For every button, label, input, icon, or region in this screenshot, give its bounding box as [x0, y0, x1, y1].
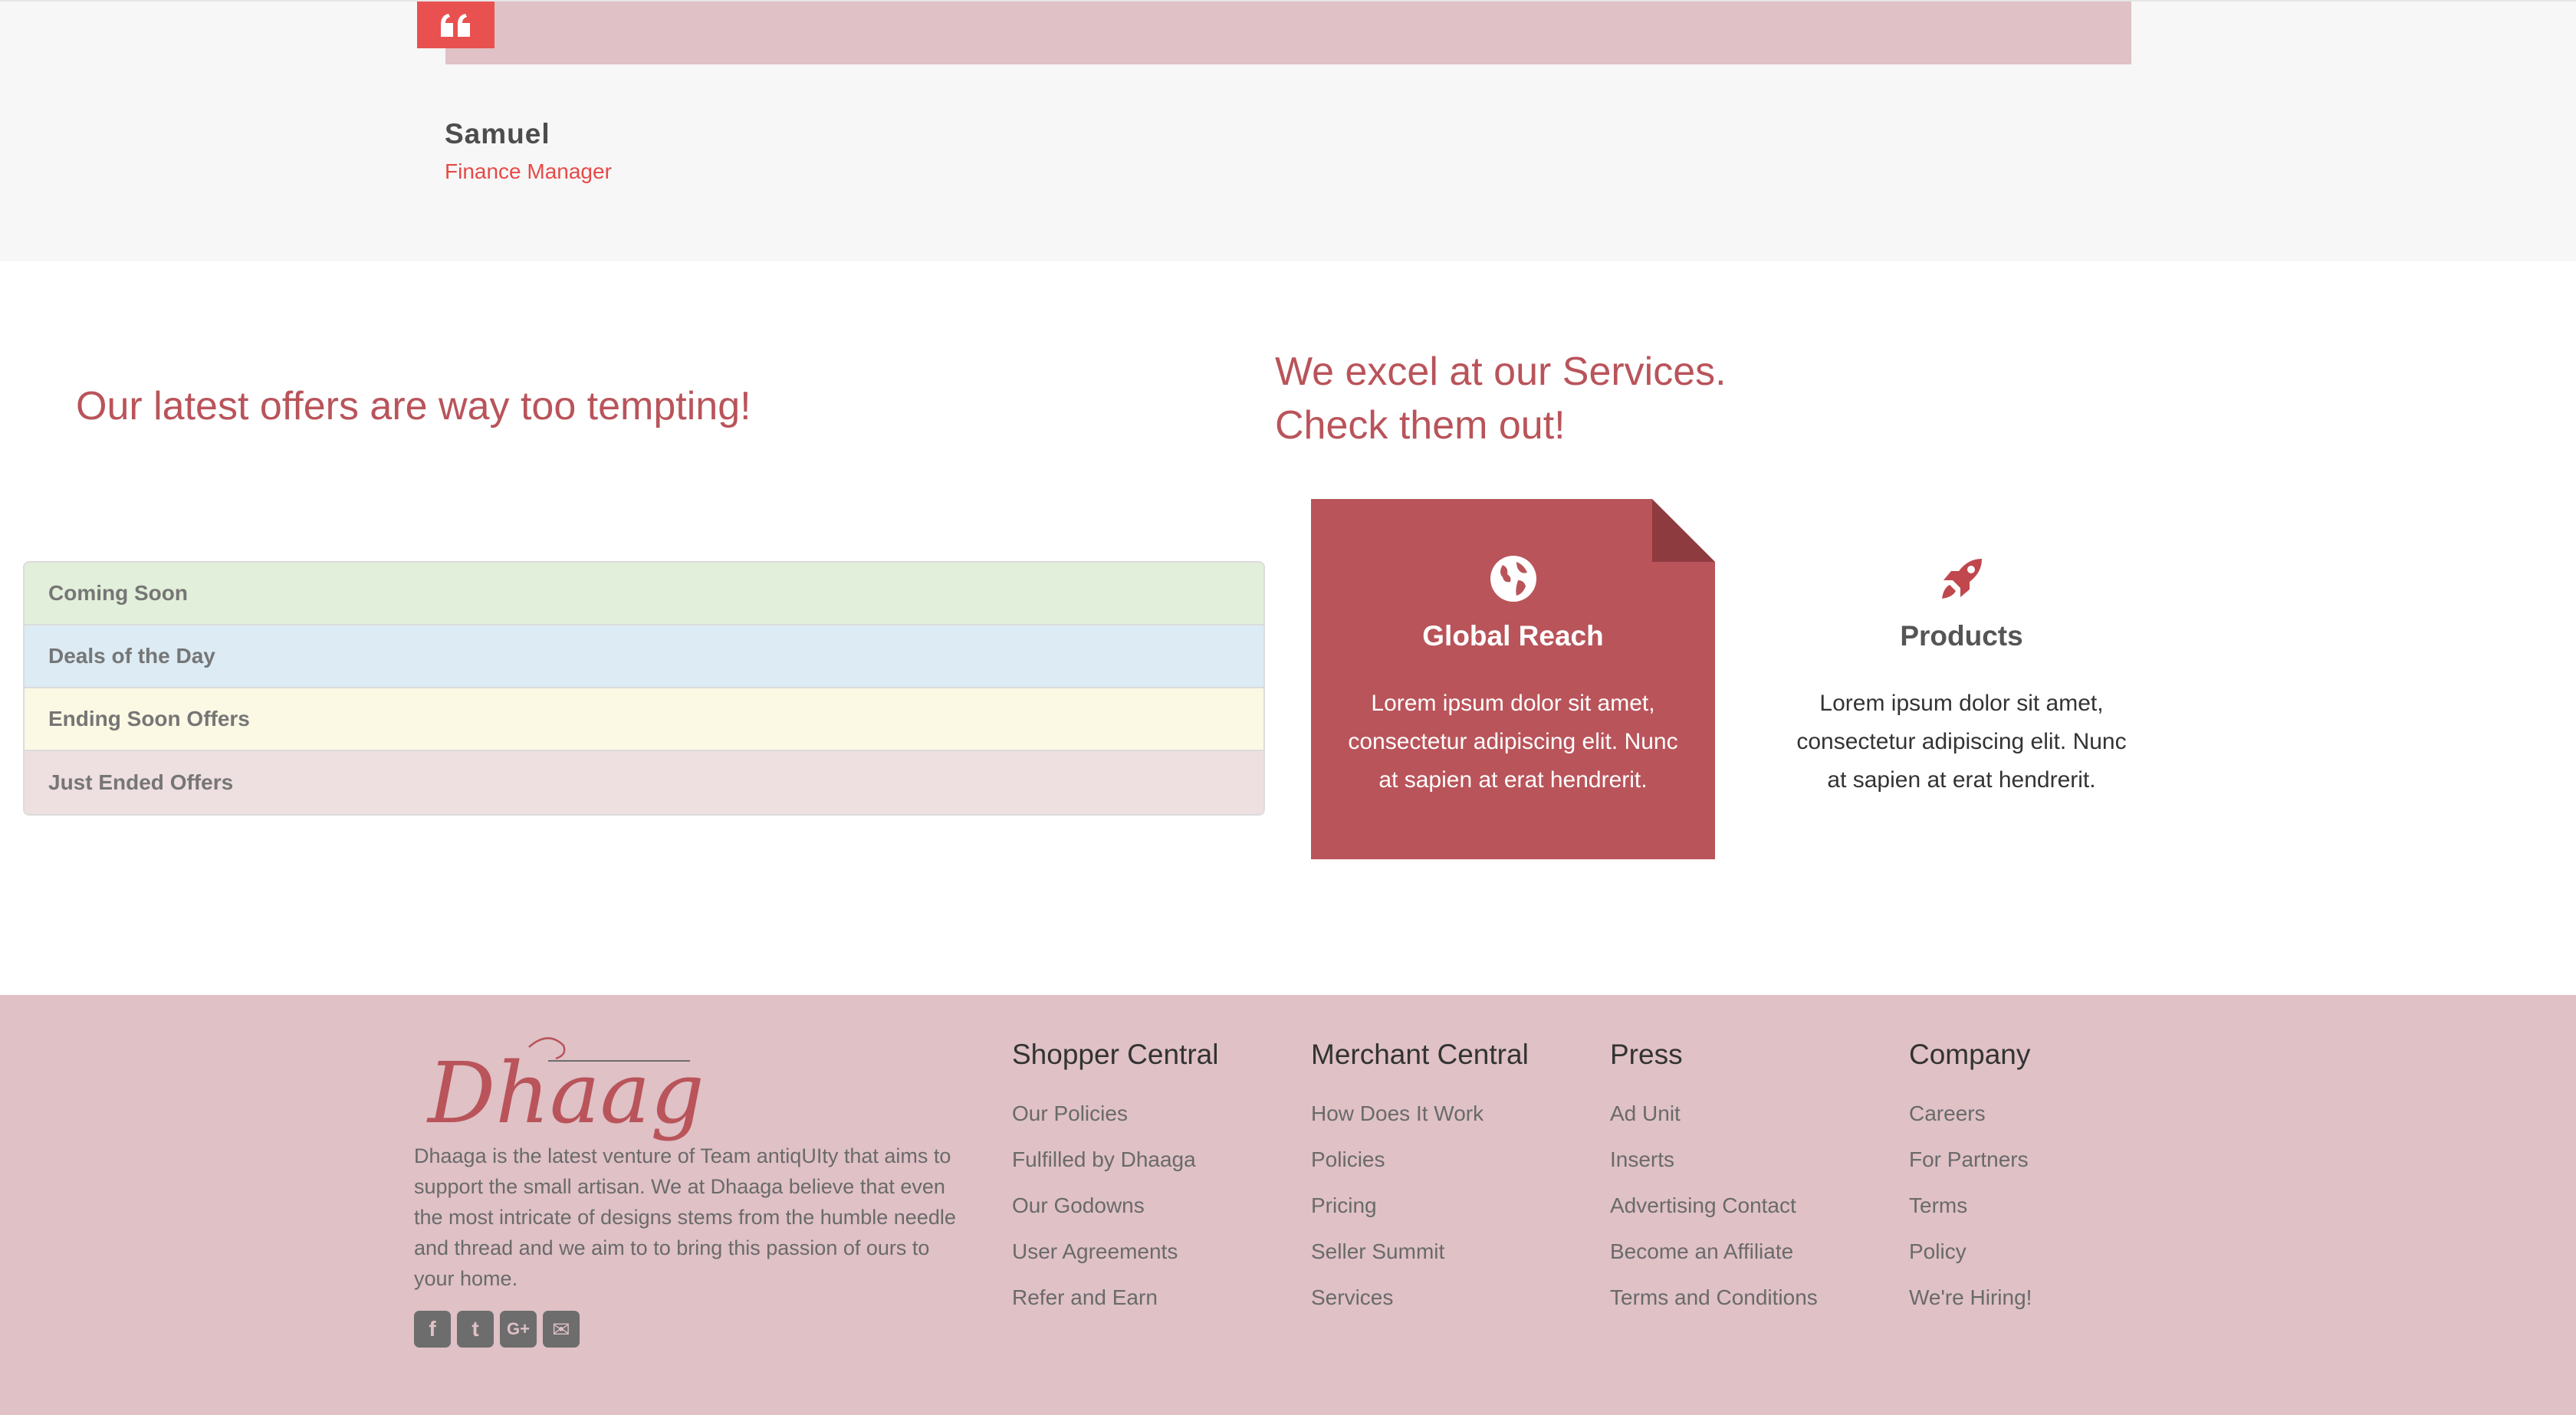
service-description: Lorem ipsum dolor sit amet, consectetur … — [1796, 691, 2127, 793]
offers-list: Coming Soon Deals of the Day Ending Soon… — [23, 561, 1265, 816]
footer-link[interactable]: Services — [1311, 1275, 1529, 1321]
footer-link[interactable]: Our Godowns — [1012, 1183, 1218, 1229]
google-plus-icon[interactable]: G+ — [500, 1311, 537, 1348]
testimonial-section: Samuel Finance Manager — [0, 0, 2576, 261]
footer-link[interactable]: Our Policies — [1012, 1091, 1218, 1137]
footer-link[interactable]: Advertising Contact — [1610, 1183, 1818, 1229]
footer-link[interactable]: Careers — [1909, 1091, 2032, 1137]
offers-heading: Our latest offers are way too tempting! — [76, 384, 751, 428]
social-links: f t G+ ✉ — [414, 1311, 580, 1348]
footer-link[interactable]: User Agreements — [1012, 1229, 1218, 1275]
footer-link[interactable]: Fulfilled by Dhaaga — [1012, 1137, 1218, 1183]
services-heading-line2: Check them out! — [1275, 403, 1566, 448]
footer-column-title: Shopper Central — [1012, 1039, 1219, 1070]
footer-link[interactable]: Become an Affiliate — [1610, 1229, 1818, 1275]
footer-link[interactable]: Inserts — [1610, 1137, 1818, 1183]
offer-just-ended[interactable]: Just Ended Offers — [25, 751, 1263, 814]
footer-link[interactable]: Policies — [1311, 1137, 1529, 1183]
service-card-global-reach[interactable]: Global Reach Lorem ipsum dolor sit amet,… — [1311, 499, 1715, 859]
footer-about-text: Dhaaga is the latest venture of Team ant… — [414, 1144, 956, 1290]
testimonial-role: Finance Manager — [445, 159, 612, 183]
facebook-icon[interactable]: f — [414, 1311, 451, 1348]
service-title: Products — [1900, 620, 2023, 652]
service-card-products[interactable]: Products Lorem ipsum dolor sit amet, con… — [1760, 499, 2164, 859]
footer-link[interactable]: How Does It Work — [1311, 1091, 1529, 1137]
footer-link[interactable]: Seller Summit — [1311, 1229, 1529, 1275]
footer-link[interactable]: For Partners — [1909, 1137, 2032, 1183]
footer-link[interactable]: We're Hiring! — [1909, 1275, 2032, 1321]
footer-link[interactable]: Terms — [1909, 1183, 2032, 1229]
footer-column-merchant-central: Merchant Central How Does It Work Polici… — [1311, 1039, 1529, 1321]
footer-column-title: Company — [1909, 1039, 2031, 1070]
services-heading: We excel at our Services. Check them out… — [1275, 345, 1727, 452]
footer-link[interactable]: Pricing — [1311, 1183, 1529, 1229]
card-corner-fold — [1652, 499, 1715, 562]
footer-column-company: Company Careers For Partners Terms Polic… — [1909, 1039, 2032, 1321]
footer — [0, 995, 2576, 1415]
footer-link[interactable]: Refer and Earn — [1012, 1275, 1218, 1321]
service-description: Lorem ipsum dolor sit amet, consectetur … — [1348, 691, 1678, 793]
testimonial-quote-bar — [445, 2, 2131, 64]
svg-text:Dhaaga: Dhaaga — [426, 1044, 705, 1142]
offer-coming-soon[interactable]: Coming Soon — [25, 563, 1263, 625]
footer-link[interactable]: Terms and Conditions — [1610, 1275, 1818, 1321]
service-title: Global Reach — [1422, 620, 1604, 652]
email-icon[interactable]: ✉ — [543, 1311, 580, 1348]
footer-column-title: Merchant Central — [1311, 1039, 1529, 1070]
testimonial-author: Samuel — [445, 118, 550, 149]
rocket-icon — [1760, 554, 2164, 603]
quote-icon — [417, 2, 495, 48]
offer-ending-soon[interactable]: Ending Soon Offers — [25, 688, 1263, 751]
footer-column-shopper-central: Shopper Central Our Policies Fulfilled b… — [1012, 1039, 1218, 1321]
footer-column-title: Press — [1610, 1039, 1683, 1070]
services-heading-line1: We excel at our Services. — [1275, 350, 1727, 394]
dhaaga-logo[interactable]: Dhaaga — [414, 1024, 705, 1147]
footer-link[interactable]: Policy — [1909, 1229, 2032, 1275]
twitter-icon[interactable]: t — [457, 1311, 494, 1348]
offer-deals-of-the-day[interactable]: Deals of the Day — [25, 625, 1263, 688]
footer-column-press: Press Ad Unit Inserts Advertising Contac… — [1610, 1039, 1818, 1321]
footer-link[interactable]: Ad Unit — [1610, 1091, 1818, 1137]
